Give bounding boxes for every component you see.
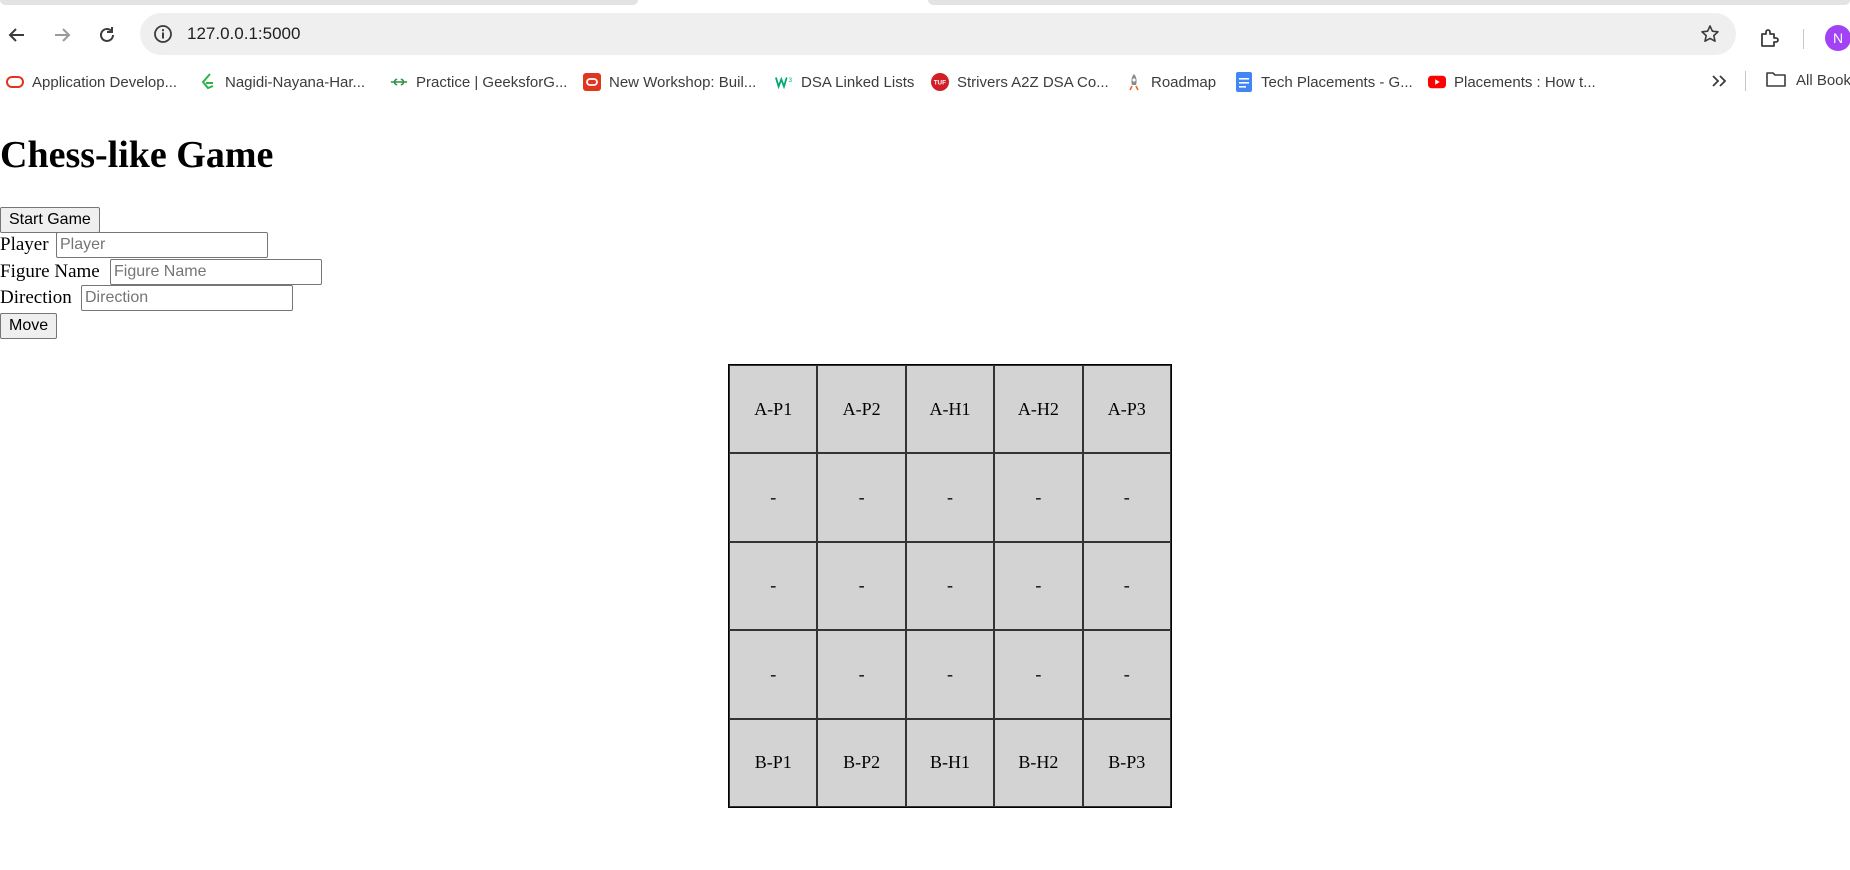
- google-docs-icon: [1235, 72, 1253, 92]
- site-info-icon[interactable]: [150, 21, 176, 47]
- svg-text:3: 3: [789, 77, 793, 84]
- tuf-icon: TUF: [931, 73, 949, 91]
- board-cell[interactable]: B-P2: [817, 718, 906, 807]
- board-cell[interactable]: -: [905, 453, 995, 542]
- back-arrow-icon: [8, 28, 24, 42]
- start-game-button[interactable]: Start Game: [0, 207, 100, 233]
- bookmark-item[interactable]: Roadmap: [1125, 71, 1216, 93]
- forward-arrow-icon: [55, 28, 71, 42]
- board-cell[interactable]: -: [817, 541, 906, 631]
- page-title: Chess-like Game: [0, 134, 274, 176]
- board-cell[interactable]: -: [905, 541, 995, 631]
- board-cell[interactable]: A-H2: [994, 365, 1083, 454]
- all-bookmarks-label: All Bookmarks: [1796, 71, 1850, 89]
- board-cell[interactable]: -: [1082, 630, 1171, 719]
- board-cell[interactable]: -: [729, 541, 818, 631]
- bookmark-item[interactable]: Tech Placements - G...: [1235, 71, 1413, 93]
- bookmark-label: Strivers A2Z DSA Co...: [957, 73, 1109, 91]
- bookmark-item[interactable]: TUF Strivers A2Z DSA Co...: [931, 71, 1109, 93]
- move-button[interactable]: Move: [0, 313, 58, 339]
- board-cell[interactable]: -: [905, 630, 995, 719]
- reload-icon: [100, 27, 114, 42]
- bookmark-label: Application Develop...: [32, 73, 178, 91]
- all-bookmarks-button[interactable]: All Bookmarks: [1766, 71, 1850, 89]
- bookmark-label: Practice | GeeksforG...: [416, 73, 568, 91]
- w3-icon: 3: [775, 73, 793, 91]
- board-cell[interactable]: -: [994, 541, 1083, 631]
- bookmark-item[interactable]: New Workshop: Buil...: [583, 71, 756, 93]
- bookmarks-bar: Application Develop... Nagidi-Nayana-Har…: [0, 62, 1850, 100]
- board-cell[interactable]: -: [1082, 453, 1171, 542]
- extensions-puzzle-icon[interactable]: [1756, 24, 1784, 52]
- address-bar[interactable]: 127.0.0.1:5000: [140, 13, 1736, 55]
- board-cell[interactable]: A-H1: [905, 365, 995, 454]
- direction-input[interactable]: [81, 285, 293, 311]
- figure-name-input[interactable]: [110, 259, 322, 285]
- figure-name-label: Figure Name: [0, 261, 100, 282]
- bookmark-label: New Workshop: Buil...: [609, 73, 757, 91]
- oracle-icon: [583, 73, 601, 91]
- tab-inactive[interactable]: [928, 0, 1850, 5]
- bookmark-item[interactable]: Nagidi-Nayana-Har...: [199, 71, 365, 93]
- bookmark-label: Nagidi-Nayana-Har...: [225, 73, 366, 91]
- geeksforgeeks-icon: [390, 73, 408, 91]
- leetcode-icon: [199, 73, 217, 91]
- browser-toolbar: 127.0.0.1:5000 N: [0, 6, 1850, 62]
- player-input[interactable]: [56, 232, 268, 258]
- bookmark-item[interactable]: Application Develop...: [6, 71, 177, 93]
- bookmark-item[interactable]: Placements : How t...: [1428, 71, 1596, 93]
- oracle-icon: [6, 73, 24, 91]
- board-cell[interactable]: -: [817, 630, 906, 719]
- board-cell[interactable]: A-P3: [1082, 365, 1171, 454]
- board-cell[interactable]: -: [1082, 541, 1171, 631]
- board-cell[interactable]: B-P3: [1082, 718, 1171, 807]
- board-cell[interactable]: A-P1: [729, 365, 818, 454]
- board-cell[interactable]: B-H1: [905, 718, 995, 807]
- folder-icon: [1766, 71, 1786, 89]
- tab-inactive[interactable]: [0, 0, 638, 5]
- bookmarks-overflow-chevron-icon[interactable]: [1707, 69, 1731, 93]
- board-cell[interactable]: A-P2: [817, 365, 906, 454]
- board-cell[interactable]: -: [729, 453, 818, 542]
- bookmark-item[interactable]: Practice | GeeksforG...: [390, 71, 567, 93]
- bookmark-label: Roadmap: [1151, 73, 1217, 91]
- rocket-icon: [1125, 73, 1143, 91]
- bookmark-label: Placements : How t...: [1454, 73, 1596, 91]
- board-cell[interactable]: -: [994, 630, 1083, 719]
- game-board: A-P1 A-P2 A-H1 A-H2 A-P3- - - - - - - - - - - - - - - B-P1 B…: [728, 364, 1172, 808]
- bookmarks-divider: [1745, 71, 1746, 91]
- board-cell[interactable]: -: [729, 630, 818, 719]
- back-button[interactable]: [0, 18, 34, 52]
- youtube-icon: [1428, 73, 1446, 91]
- svg-text:TUF: TUF: [934, 80, 946, 87]
- board-cell[interactable]: B-P1: [729, 718, 818, 807]
- bookmark-label: Tech Placements - G...: [1261, 73, 1413, 91]
- board-cell[interactable]: -: [817, 453, 906, 542]
- url-text[interactable]: 127.0.0.1:5000: [187, 24, 300, 44]
- forward-button[interactable]: [45, 18, 79, 52]
- bookmark-label: DSA Linked Lists: [801, 73, 915, 91]
- player-label: Player: [0, 234, 49, 255]
- bookmark-item[interactable]: 3 DSA Linked Lists: [775, 71, 914, 93]
- toolbar-divider: [1803, 29, 1804, 49]
- board-cell[interactable]: B-H2: [994, 718, 1083, 807]
- board-cell[interactable]: -: [994, 453, 1083, 542]
- page-content: Chess-like Game Start Game Player Figure…: [0, 100, 1850, 870]
- direction-label: Direction: [0, 287, 72, 308]
- reload-button[interactable]: [90, 18, 124, 52]
- bookmark-star-icon[interactable]: [1698, 22, 1722, 46]
- profile-avatar[interactable]: N: [1825, 25, 1850, 51]
